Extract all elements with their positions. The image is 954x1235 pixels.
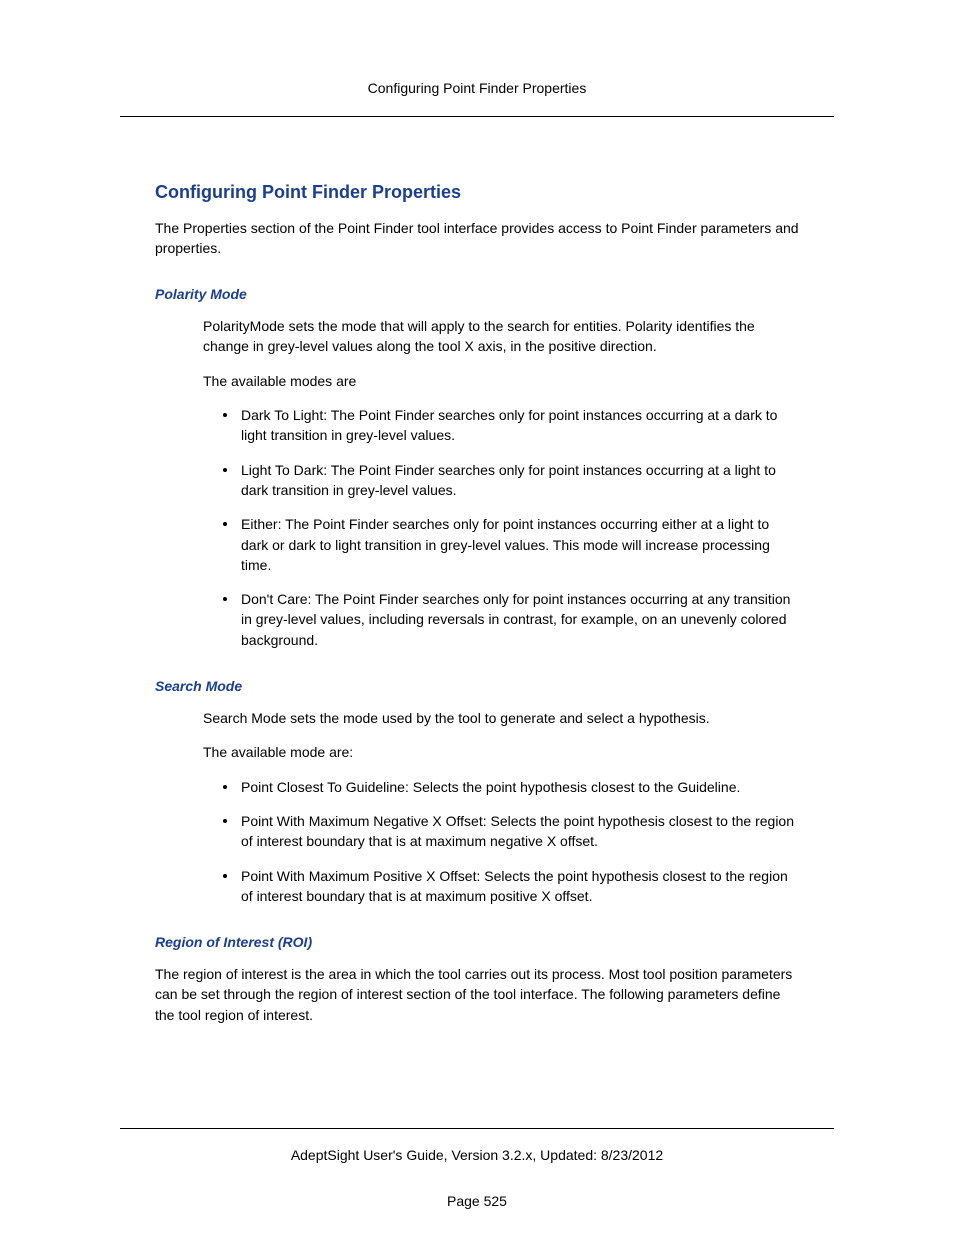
list-item: Dark To Light: The Point Finder searches… <box>241 405 799 446</box>
running-header: Configuring Point Finder Properties <box>120 80 834 96</box>
footer-rule <box>120 1128 834 1129</box>
page-footer: AdeptSight User's Guide, Version 3.2.x, … <box>120 1128 834 1209</box>
page-number: Page 525 <box>120 1193 834 1209</box>
document-page: Configuring Point Finder Properties Conf… <box>0 0 954 1235</box>
section-title: Configuring Point Finder Properties <box>155 182 799 203</box>
list-item: Point With Maximum Positive X Offset: Se… <box>241 866 799 907</box>
list-item: Don't Care: The Point Finder searches on… <box>241 589 799 650</box>
page-content: Configuring Point Finder Properties The … <box>120 117 834 1025</box>
polarity-description: PolarityMode sets the mode that will app… <box>203 316 799 357</box>
search-mode-block: Search Mode sets the mode used by the to… <box>155 708 799 906</box>
polarity-mode-heading: Polarity Mode <box>155 286 799 302</box>
polarity-modes-intro: The available modes are <box>203 371 799 391</box>
list-item: Point Closest To Guideline: Selects the … <box>241 777 799 797</box>
polarity-modes-list: Dark To Light: The Point Finder searches… <box>203 405 799 650</box>
search-mode-heading: Search Mode <box>155 678 799 694</box>
roi-description: The region of interest is the area in wh… <box>155 964 799 1025</box>
list-item: Point With Maximum Negative X Offset: Se… <box>241 811 799 852</box>
list-item: Light To Dark: The Point Finder searches… <box>241 460 799 501</box>
search-description: Search Mode sets the mode used by the to… <box>203 708 799 728</box>
roi-heading: Region of Interest (ROI) <box>155 934 799 950</box>
intro-paragraph: The Properties section of the Point Find… <box>155 219 799 258</box>
footer-text: AdeptSight User's Guide, Version 3.2.x, … <box>120 1147 834 1163</box>
list-item: Either: The Point Finder searches only f… <box>241 514 799 575</box>
polarity-mode-block: PolarityMode sets the mode that will app… <box>155 316 799 650</box>
search-modes-intro: The available mode are: <box>203 742 799 762</box>
search-modes-list: Point Closest To Guideline: Selects the … <box>203 777 799 906</box>
